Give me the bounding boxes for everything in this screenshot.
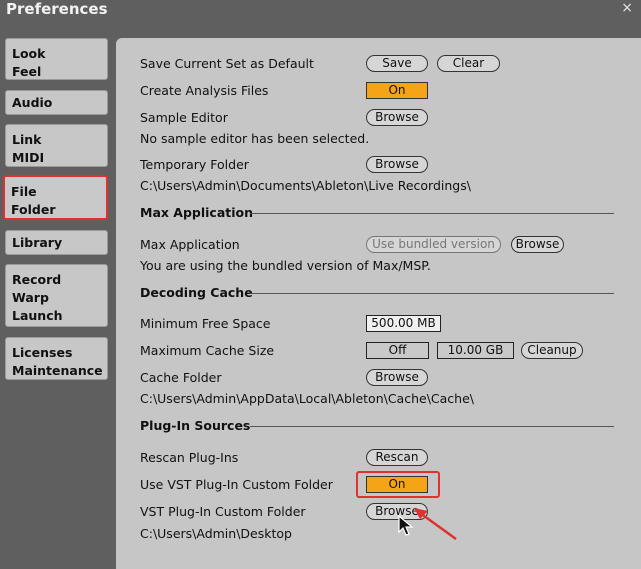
save-current-set-label: Save Current Set as Default (140, 56, 314, 71)
sample-editor-label: Sample Editor (140, 110, 228, 125)
plug-in-sources-section-title: Plug-In Sources (140, 418, 251, 433)
rescan-button[interactable]: Rescan (366, 449, 428, 466)
rescan-plug-ins-label: Rescan Plug-Ins (140, 450, 239, 465)
create-analysis-toggle[interactable]: On (366, 82, 428, 99)
mouse-cursor-icon (398, 515, 414, 536)
sidebar-item-library[interactable]: Library (5, 230, 108, 255)
cache-folder-path: C:\Users\Admin\AppData\Local\Ableton\Cac… (140, 391, 475, 406)
sample-editor-status: No sample editor has been selected. (140, 131, 370, 146)
maximum-cache-size-toggle[interactable]: Off (366, 342, 429, 359)
sidebar-item-label: Warp (12, 290, 49, 305)
vst-custom-folder-label: VST Plug-In Custom Folder (140, 504, 306, 519)
title-bar: Preferences × (0, 0, 641, 22)
maximum-cache-size-field[interactable]: 10.00 GB (437, 342, 514, 359)
max-application-label: Max Application (140, 237, 240, 252)
sidebar-item-record-warp-launch[interactable]: Record Warp Launch (5, 264, 108, 327)
maximum-cache-size-label: Maximum Cache Size (140, 343, 275, 358)
vst-custom-folder-path: C:\Users\Admin\Desktop (140, 526, 292, 541)
sidebar-item-label: Launch (12, 308, 63, 323)
section-divider (250, 213, 614, 214)
temporary-folder-path: C:\Users\Admin\Documents\Ableton\Live Re… (140, 178, 471, 193)
temporary-folder-browse-button[interactable]: Browse (366, 156, 428, 173)
sidebar-item-label: Library (12, 235, 63, 250)
window-title: Preferences (6, 0, 108, 18)
close-icon[interactable]: × (621, 0, 633, 16)
minimum-free-space-field[interactable]: 500.00 MB (366, 315, 441, 332)
sidebar-item-label: Link (12, 132, 42, 147)
clear-button[interactable]: Clear (437, 55, 500, 72)
decoding-cache-section-title: Decoding Cache (140, 285, 253, 300)
max-application-section-title: Max Application (140, 205, 254, 220)
create-analysis-label: Create Analysis Files (140, 83, 269, 98)
sidebar-item-look-feel[interactable]: Look Feel (5, 38, 108, 80)
sidebar-item-label: Record (12, 272, 62, 287)
sidebar-item-link-midi[interactable]: Link MIDI (5, 124, 108, 167)
section-divider (250, 293, 614, 294)
cleanup-button[interactable]: Cleanup (521, 342, 583, 359)
max-application-browse-button[interactable]: Browse (511, 236, 564, 253)
sample-editor-browse-button[interactable]: Browse (366, 109, 428, 126)
sidebar-item-label: Audio (12, 95, 53, 110)
save-button[interactable]: Save (366, 55, 428, 72)
sidebar-item-label: Look (12, 46, 46, 61)
cache-folder-browse-button[interactable]: Browse (366, 369, 428, 386)
sidebar-item-label: File (11, 184, 37, 199)
use-vst-custom-folder-toggle[interactable]: On (366, 476, 428, 493)
annotation-arrow-icon (414, 508, 457, 541)
max-application-status: You are using the bundled version of Max… (140, 258, 431, 273)
sidebar-item-label: MIDI (12, 150, 45, 165)
sidebar-item-file-folder[interactable]: File Folder (3, 175, 108, 220)
use-bundled-version-button[interactable]: Use bundled version (366, 236, 501, 253)
use-vst-custom-folder-label: Use VST Plug-In Custom Folder (140, 477, 333, 492)
temporary-folder-label: Temporary Folder (140, 157, 249, 172)
sidebar-item-label: Maintenance (12, 363, 103, 378)
sidebar-item-label: Folder (11, 202, 56, 217)
cache-folder-label: Cache Folder (140, 370, 222, 385)
section-divider (250, 426, 614, 427)
sidebar-item-label: Licenses (12, 345, 73, 360)
minimum-free-space-label: Minimum Free Space (140, 316, 271, 331)
sidebar-item-label: Feel (12, 64, 42, 79)
sidebar-item-licenses-maintenance[interactable]: Licenses Maintenance (5, 337, 108, 380)
sidebar-item-audio[interactable]: Audio (5, 90, 108, 115)
